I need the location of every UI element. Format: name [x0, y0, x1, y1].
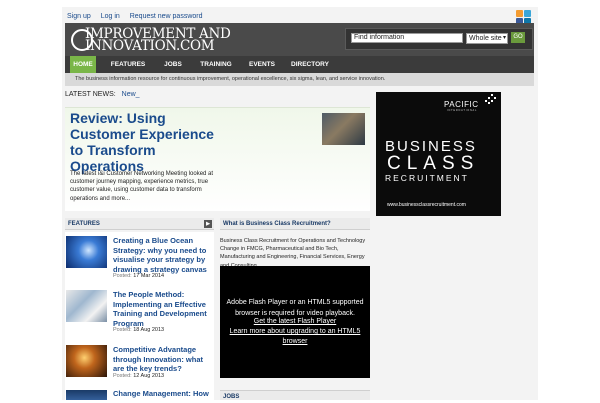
- ad-line2: CLASS: [387, 153, 480, 174]
- flash-notice: Adobe Flash Player or an HTML5 supported…: [226, 299, 364, 317]
- nav-jobs[interactable]: JOBS: [158, 56, 188, 73]
- featured-thumbnail[interactable]: [322, 113, 365, 145]
- nav-training[interactable]: TRAINING: [196, 56, 236, 73]
- article-thumbnail[interactable]: [66, 390, 107, 400]
- logo-line2: INNOVATION.COM: [85, 38, 215, 54]
- chevron-right-icon[interactable]: ▶: [204, 220, 212, 228]
- middle-body: Business Class Recruitment for Operation…: [220, 238, 366, 269]
- account-links: Sign up Log in Request new password: [67, 13, 211, 20]
- latest-news-label: LATEST NEWS:: [65, 91, 116, 98]
- html5-link: Learn more about upgrading to an HTML5 b…: [222, 327, 368, 347]
- chevron-down-icon: ▾: [502, 35, 506, 41]
- article-thumbnail[interactable]: [66, 345, 107, 377]
- nav-directory[interactable]: DIRECTORY: [288, 56, 332, 73]
- search-go-button[interactable]: GO: [511, 32, 525, 43]
- search-input[interactable]: Find information: [351, 33, 463, 43]
- site-tagline: The business information resource for co…: [65, 73, 534, 86]
- search-scope-value: Whole site: [469, 35, 502, 42]
- signup-link[interactable]: Sign up: [67, 13, 91, 20]
- reset-password-link[interactable]: Request new password: [130, 13, 203, 20]
- twitter-icon[interactable]: [524, 10, 531, 17]
- ad-brand: PACIFIC: [444, 100, 479, 109]
- nav-features[interactable]: FEATURES: [107, 56, 149, 73]
- social-icons: [515, 10, 537, 25]
- article-date: Posted: 18 Aug 2013: [113, 327, 165, 333]
- page: Sign up Log in Request new password IMPR…: [0, 0, 600, 400]
- article-thumbnail[interactable]: [66, 236, 107, 268]
- ad-line3: RECRUITMENT: [385, 173, 469, 183]
- features-heading-label: FEATURES: [68, 221, 100, 227]
- nav-events[interactable]: EVENTS: [243, 56, 281, 73]
- learn-html5-link[interactable]: Learn more about upgrading to an HTML5 b…: [230, 328, 361, 345]
- get-flash-link[interactable]: Get the latest Flash Player: [254, 318, 336, 325]
- article-date: Posted: 17 Mar 2014: [113, 273, 165, 279]
- article-thumbnail[interactable]: [66, 290, 107, 322]
- site-logo[interactable]: IMPROVEMENT AND INNOVATION.COM: [71, 27, 231, 54]
- middle-heading: What is Business Class Recruitment?: [220, 218, 370, 230]
- pacific-logo-icon: [485, 94, 497, 104]
- featured-title[interactable]: Review: Using Customer Experience to Tra…: [70, 110, 230, 174]
- login-link[interactable]: Log in: [101, 13, 120, 20]
- features-heading: FEATURES ▶: [65, 218, 214, 230]
- search-scope-select[interactable]: Whole site ▾: [466, 33, 508, 44]
- ad-brand-sub: INTERNATIONAL: [447, 109, 478, 112]
- article-title[interactable]: The People Method: Implementing an Effec…: [113, 290, 213, 328]
- ad-url: www.businessclassrecruitment.com: [387, 202, 466, 208]
- latest-news-link[interactable]: New_: [122, 91, 140, 98]
- rss-icon[interactable]: [516, 10, 523, 17]
- featured-description: The latest i&i Customer Networking Meeti…: [70, 171, 214, 202]
- article-title[interactable]: Change Management: How: [113, 389, 213, 399]
- article-title[interactable]: Competitive Advantage through Innovation…: [113, 345, 213, 374]
- article-title[interactable]: Creating a Blue Ocean Strategy: why you …: [113, 236, 213, 274]
- nav-home[interactable]: HOME: [70, 56, 96, 73]
- jobs-heading: JOBS: [220, 390, 370, 400]
- flash-link: Get the latest Flash Player: [222, 318, 368, 325]
- latest-news-bar: LATEST NEWS: New_: [65, 91, 140, 98]
- article-date: Posted: 12 Aug 2013: [113, 373, 165, 379]
